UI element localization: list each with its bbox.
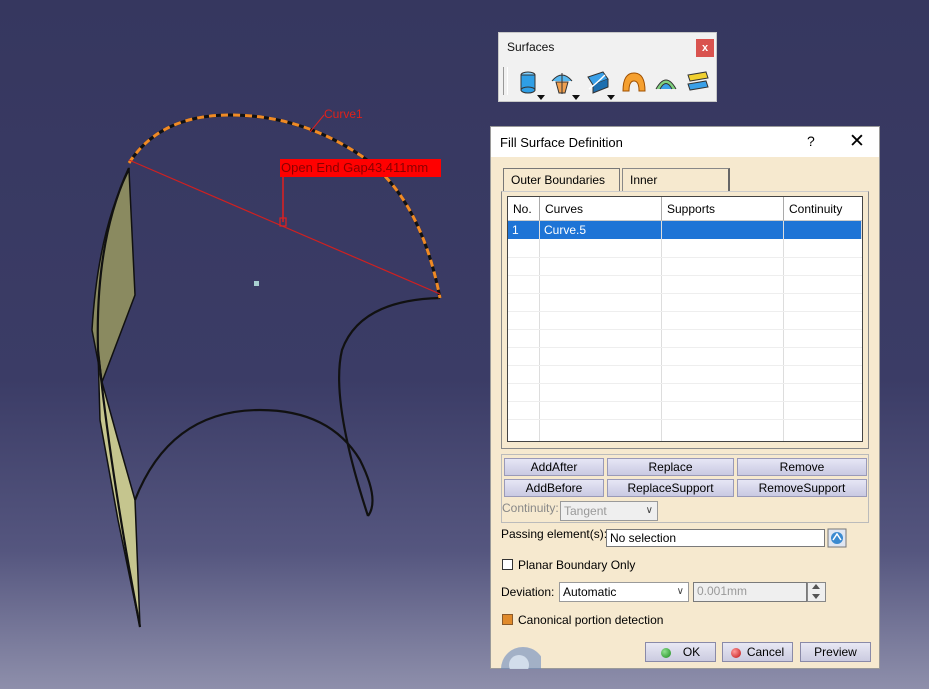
revolve-icon[interactable] xyxy=(549,69,575,95)
remove-button[interactable]: Remove xyxy=(737,458,867,476)
passing-elements-field[interactable]: No selection xyxy=(606,529,825,547)
grid-line xyxy=(508,311,862,312)
column-header-curves[interactable]: Curves xyxy=(540,197,662,221)
sweep-dropdown-arrow[interactable] xyxy=(607,95,615,100)
dialog-close-button[interactable]: ✕ xyxy=(849,130,865,153)
planar-boundary-checkbox[interactable] xyxy=(502,559,513,570)
remove-support-button[interactable]: RemoveSupport xyxy=(737,479,867,497)
tab-inner-boundaries[interactable]: Inner Boundaries xyxy=(622,168,730,210)
column-header-no[interactable]: No. xyxy=(508,197,540,221)
right-lower-curve xyxy=(338,296,441,517)
deviation-spinner[interactable] xyxy=(807,582,826,602)
grid-line xyxy=(508,275,862,276)
grid-line xyxy=(508,347,862,348)
lower-surface-panel xyxy=(97,349,141,628)
continuity-label: Continuity: xyxy=(502,501,559,515)
ok-icon xyxy=(660,647,671,658)
deviation-value-field[interactable]: 0.001mm xyxy=(693,582,807,602)
cell-no: 1 xyxy=(508,221,540,239)
passing-elements-label: Passing element(s): xyxy=(501,527,608,541)
grid-line xyxy=(508,257,862,258)
replace-button[interactable]: Replace xyxy=(607,458,734,476)
spinner-down-icon[interactable] xyxy=(812,594,820,599)
preview-button[interactable]: Preview xyxy=(800,642,871,662)
toolbar-close-button[interactable]: x xyxy=(696,39,714,57)
chevron-down-icon: ∨ xyxy=(645,505,653,516)
blend-icon[interactable] xyxy=(685,69,711,95)
cell-curves: Curve.5 xyxy=(540,221,662,239)
continuity-value: Tangent xyxy=(564,504,607,518)
column-header-supports[interactable]: Supports xyxy=(662,197,784,221)
column-header-continuity[interactable]: Continuity xyxy=(784,197,862,221)
tab-outer-boundaries[interactable]: Outer Boundaries xyxy=(503,168,620,191)
multi-section-icon[interactable] xyxy=(653,69,679,95)
extrude-icon[interactable] xyxy=(515,69,541,95)
canonical-portion-label: Canonical portion detection xyxy=(518,613,664,627)
planar-boundary-label: Planar Boundary Only xyxy=(518,558,636,572)
canonical-portion-checkbox[interactable] xyxy=(502,614,513,625)
toolbar-grip[interactable] xyxy=(503,67,508,95)
grid-line xyxy=(783,221,784,441)
add-before-button[interactable]: AddBefore xyxy=(504,479,604,497)
globe-decoration-icon xyxy=(501,647,541,669)
cancel-icon xyxy=(730,647,741,658)
arch-curve xyxy=(133,408,374,517)
boundaries-table[interactable]: No. Curves Supports Continuity 1 Curve.5 xyxy=(507,196,863,442)
replace-support-button[interactable]: ReplaceSupport xyxy=(607,479,734,497)
grid-line xyxy=(508,383,862,384)
grid-line xyxy=(661,221,662,441)
deviation-mode-select[interactable]: Automatic ∨ xyxy=(559,582,689,602)
cancel-button[interactable]: Cancel xyxy=(722,642,793,662)
add-after-button[interactable]: AddAfter xyxy=(504,458,604,476)
boundary-curve1-highlight xyxy=(127,113,442,299)
cell-supports xyxy=(662,221,784,239)
surfaces-toolbar: Surfaces x xyxy=(498,32,717,102)
spinner-up-icon[interactable] xyxy=(812,584,820,589)
continuity-select[interactable]: Tangent ∨ xyxy=(560,501,658,521)
dialog-title: Fill Surface Definition xyxy=(500,135,623,150)
grid-line xyxy=(508,365,862,366)
chevron-down-icon: ∨ xyxy=(676,586,684,597)
center-point xyxy=(254,281,259,286)
curve-label: Curve1 xyxy=(324,107,363,121)
gap-line xyxy=(128,159,441,295)
help-button[interactable]: ? xyxy=(807,133,815,149)
deviation-mode-value: Automatic xyxy=(563,585,617,599)
dialog-titlebar[interactable]: Fill Surface Definition ? ✕ xyxy=(491,127,879,157)
table-row[interactable]: 1 Curve.5 xyxy=(508,221,862,239)
toolbar-title: Surfaces xyxy=(507,40,555,54)
grid-line xyxy=(508,293,862,294)
sweep-icon[interactable] xyxy=(585,69,611,95)
gap-measure-label: Open End Gap43.411mm xyxy=(280,159,441,177)
boundary-curve1[interactable] xyxy=(127,113,442,299)
ok-label: OK xyxy=(682,645,701,659)
grid-line xyxy=(508,419,862,420)
ok-button[interactable]: OK xyxy=(645,642,716,662)
cancel-label: Cancel xyxy=(746,645,785,659)
fill-icon[interactable] xyxy=(621,69,647,95)
passing-elements-pick-icon[interactable] xyxy=(827,528,847,548)
extrude-dropdown-arrow[interactable] xyxy=(537,95,545,100)
grid-line xyxy=(508,329,862,330)
deviation-label: Deviation: xyxy=(501,585,555,599)
grid-line xyxy=(508,401,862,402)
grid-line xyxy=(539,221,540,441)
cell-continuity xyxy=(784,221,862,239)
fill-surface-dialog: Fill Surface Definition ? ✕ Outer Bounda… xyxy=(490,126,880,669)
revolve-dropdown-arrow[interactable] xyxy=(572,95,580,100)
curve-label-leader xyxy=(309,114,325,133)
